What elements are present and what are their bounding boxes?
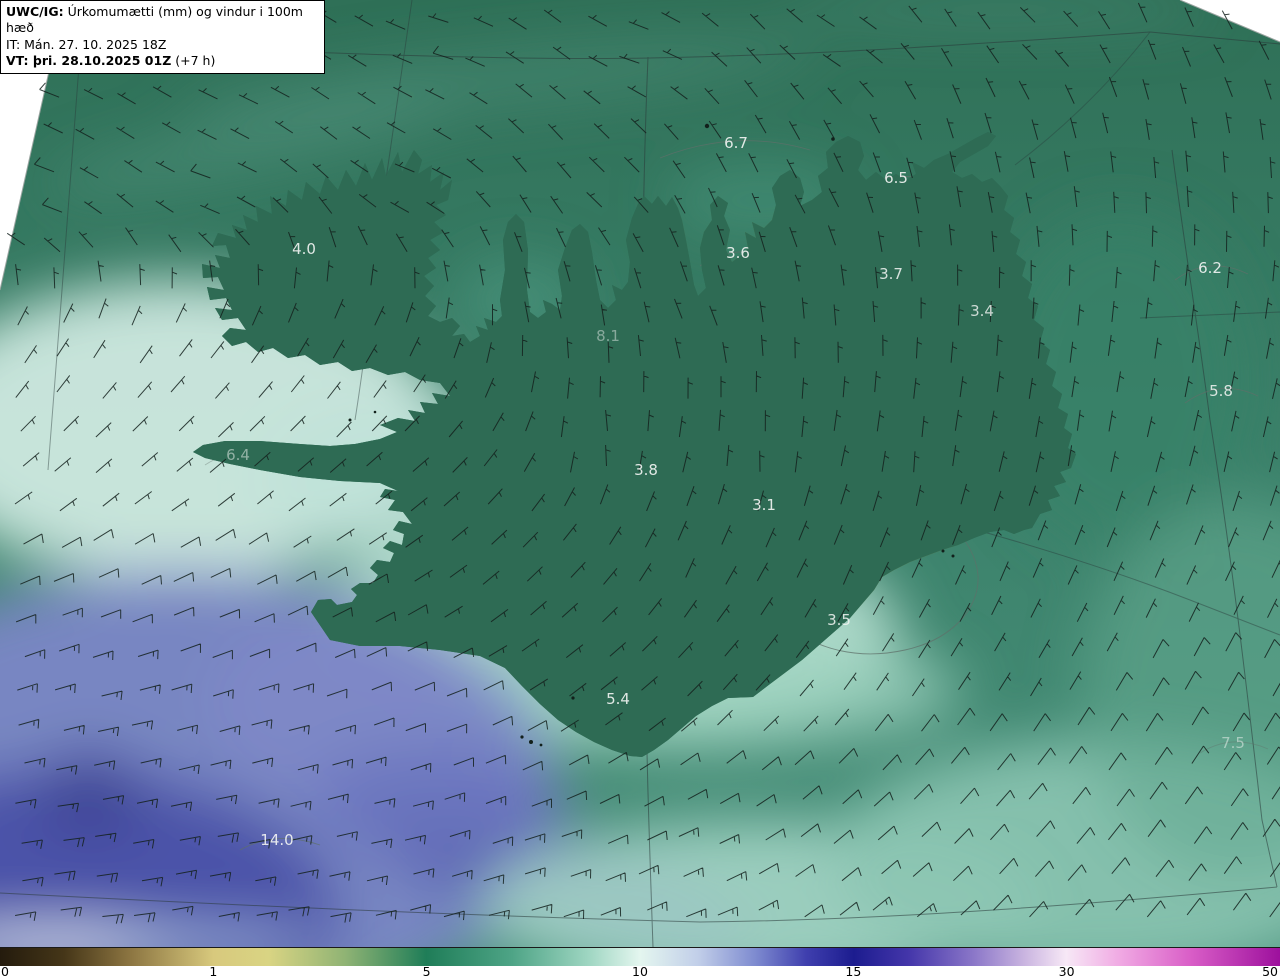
contour-label: 5.8 — [1209, 382, 1233, 400]
contour-label: 6.5 — [884, 169, 908, 187]
contour-label: 4.0 — [292, 240, 316, 258]
colorbar-tick: 10 — [632, 964, 648, 978]
valid-time: VT: þri. 28.10.2025 01Z — [6, 52, 172, 68]
contour-label: 6.2 — [1198, 259, 1222, 277]
contour-label: 3.1 — [752, 496, 776, 514]
colorbar-tick: 5 — [422, 964, 431, 978]
contour-label: 3.7 — [879, 265, 903, 283]
colorbar-tick: 50 — [1262, 964, 1278, 978]
title-line-valid: VT: þri. 28.10.2025 01Z (+7 h) — [6, 53, 318, 69]
contour-label: 8.1 — [596, 327, 620, 345]
colorbar-tick: 15 — [845, 964, 862, 978]
contour-label: 6.4 — [226, 446, 250, 464]
contour-label: 7.5 — [1221, 734, 1245, 752]
title-line-model: UWC/IG: Úrkomumætti (mm) og vindur i 100… — [6, 4, 318, 37]
contour-label: 3.6 — [726, 244, 750, 262]
contour-label: 14.0 — [260, 831, 293, 849]
colorbar-tick: 30 — [1058, 964, 1075, 978]
colorbar-tick: 1 — [209, 964, 218, 978]
model-name: UWC/IG: — [6, 4, 64, 19]
init-time: IT: Mán. 27. 10. 2025 18Z — [6, 36, 167, 52]
title-line-init: IT: Mán. 27. 10. 2025 18Z — [6, 37, 318, 53]
contour-label: 5.4 — [606, 690, 630, 708]
colorbar-tick-labels: 0 1 5 10 15 30 50 — [0, 964, 1280, 978]
contour-label: 3.4 — [970, 302, 994, 320]
contour-label: 3.8 — [634, 461, 658, 479]
lead-time: (+7 h) — [171, 52, 216, 68]
colorbar-tick: 0 — [1, 964, 9, 978]
map-canvas: 6.7 6.5 4.0 3.6 3.7 3.4 6.2 5.8 6.4 8.1 3.8 3.1 3.5 5… — [0, 0, 1280, 947]
title-box: UWC/IG: Úrkomumætti (mm) og vindur i 100… — [0, 0, 325, 74]
contour-label: 6.7 — [724, 134, 748, 152]
contour-label: 3.5 — [827, 611, 851, 629]
weather-map-frame: 6.7 6.5 4.0 3.6 3.7 3.4 6.2 5.8 6.4 8.1 3.8 3.1 3.5 5… — [0, 0, 1280, 978]
